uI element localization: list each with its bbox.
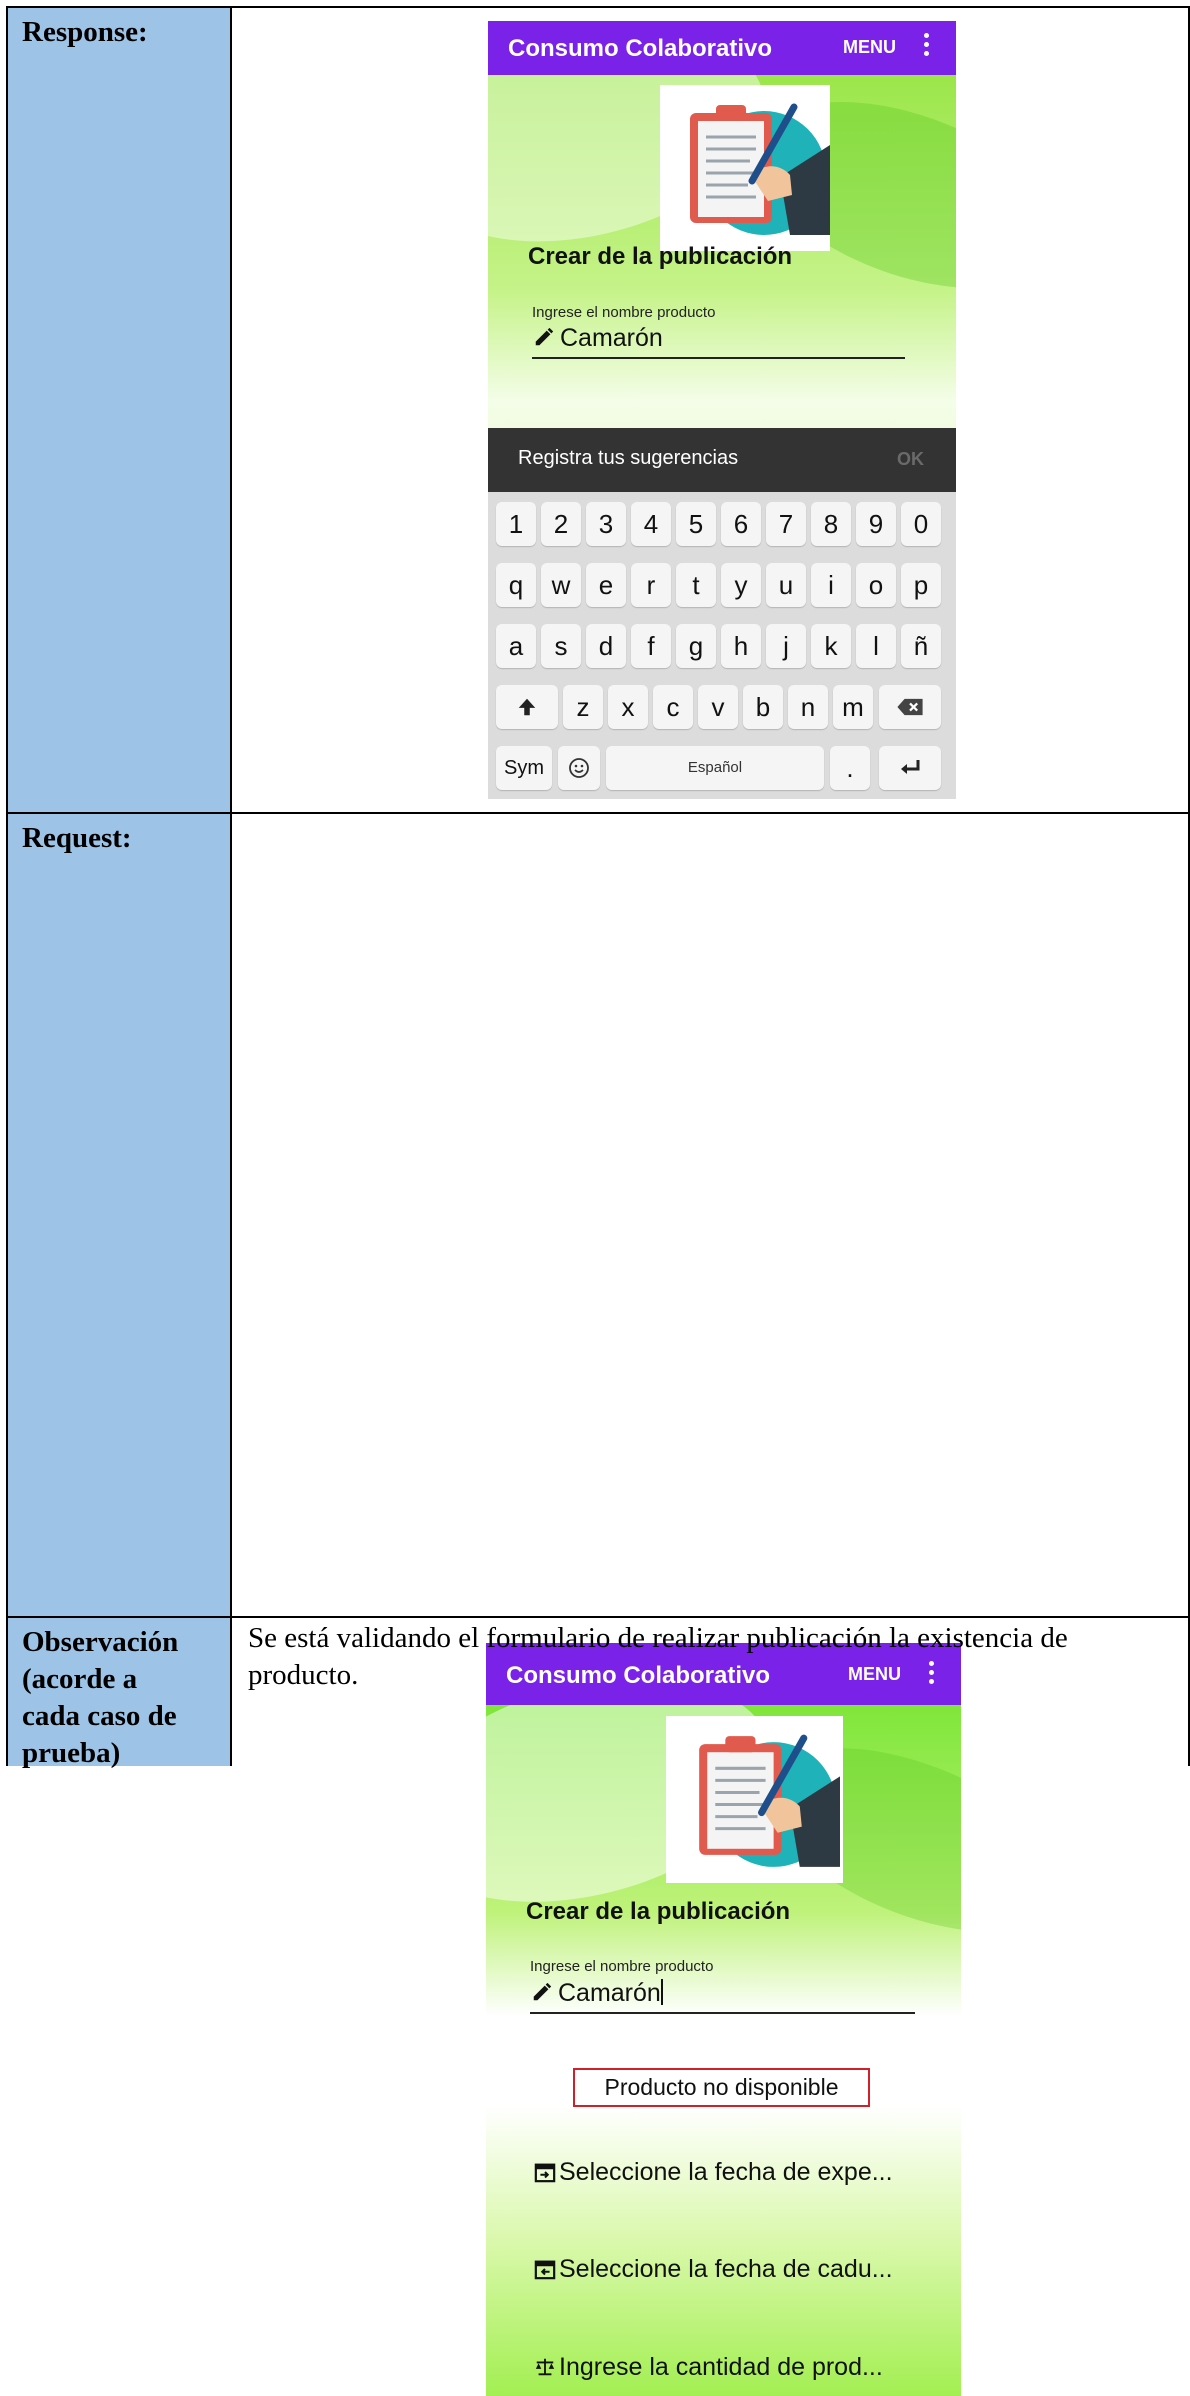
text-cursor — [660, 1979, 663, 2005]
response-phone-screen: Consumo Colaborativo MENU Crear de la pu… — [488, 21, 956, 799]
test-case-table: Response: Consumo Colaborativo MENU Crea… — [6, 6, 1190, 2396]
key[interactable]: x — [608, 685, 648, 729]
enter-key[interactable] — [879, 746, 941, 790]
input-underline — [530, 2012, 915, 2014]
sym-key[interactable]: Sym — [496, 746, 552, 790]
key[interactable]: o — [856, 563, 896, 607]
expiry-date-picker[interactable]: Seleccione la fecha de cadu... — [534, 2255, 893, 2284]
key[interactable]: n — [788, 685, 828, 729]
quantity-placeholder: Ingrese la cantidad de prod... — [559, 2353, 883, 2381]
space-key[interactable]: Español — [606, 746, 824, 790]
form-title: Crear de la publicación — [526, 1898, 791, 1925]
expedition-date-placeholder: Seleccione la fecha de expe... — [559, 2158, 893, 2186]
product-name-input[interactable]: Camarón — [532, 324, 663, 353]
key[interactable]: 4 — [631, 502, 671, 546]
key[interactable]: l — [856, 624, 896, 668]
key[interactable]: y — [721, 563, 761, 607]
clipboard-pen-icon — [690, 103, 830, 235]
observation-label-line: cada caso de — [22, 1700, 177, 1732]
key[interactable]: 7 — [766, 502, 806, 546]
emoji-icon — [569, 758, 589, 778]
product-name-value: Camarón — [560, 324, 663, 352]
form-title: Crear de la publicación — [528, 243, 793, 270]
key[interactable]: g — [676, 624, 716, 668]
key[interactable]: v — [698, 685, 738, 729]
observation-label-cell: Observación (acorde a cada caso de prueb… — [8, 1618, 232, 1769]
key[interactable]: k — [811, 624, 851, 668]
key[interactable]: c — [653, 685, 693, 729]
shift-key[interactable] — [496, 685, 558, 729]
pencil-icon — [535, 327, 554, 346]
key[interactable]: r — [631, 563, 671, 607]
response-label-cell: Response: — [8, 8, 232, 812]
overflow-menu-icon[interactable] — [924, 33, 930, 60]
response-label: Response: — [22, 16, 148, 48]
clipboard-illustration — [660, 85, 830, 251]
suggestion-bar: Registra tus sugerencias OK — [488, 428, 956, 492]
key[interactable]: e — [586, 563, 626, 607]
key[interactable]: 8 — [811, 502, 851, 546]
shift-arrow-icon — [518, 698, 536, 716]
menu-button[interactable]: MENU — [843, 37, 896, 58]
observation-label: Observación (acorde a cada caso de prueb… — [22, 1624, 178, 1772]
calendar-icon — [534, 2260, 556, 2280]
backspace-key[interactable] — [879, 685, 941, 729]
observation-text: Se está validando el formulario de reali… — [248, 1622, 1068, 1691]
key[interactable]: j — [766, 624, 806, 668]
key[interactable]: s — [541, 624, 581, 668]
observation-label-line: (acorde a — [22, 1663, 138, 1695]
key[interactable]: a — [496, 624, 536, 668]
key[interactable]: ñ — [901, 624, 941, 668]
request-row: Request: Consumo Colaborativo MENU Crear… — [6, 812, 1190, 2396]
observation-row: Observación (acorde a cada caso de prueb… — [6, 1616, 1190, 1769]
period-key[interactable]: . — [830, 746, 870, 790]
observation-label-line: Observación — [22, 1626, 179, 1658]
key[interactable]: 6 — [721, 502, 761, 546]
key[interactable]: 2 — [541, 502, 581, 546]
key[interactable]: w — [541, 563, 581, 607]
app-title: Consumo Colaborativo — [508, 35, 773, 62]
expiry-date-placeholder: Seleccione la fecha de cadu... — [559, 2255, 893, 2283]
key[interactable]: b — [743, 685, 783, 729]
key[interactable]: 1 — [496, 502, 536, 546]
suggestion-ok-button[interactable]: OK — [897, 449, 924, 470]
key[interactable]: 9 — [856, 502, 896, 546]
key[interactable]: i — [811, 563, 851, 607]
key[interactable]: d — [586, 624, 626, 668]
scale-icon — [535, 2358, 555, 2376]
observation-label-line: prueba) — [22, 1737, 121, 1769]
key[interactable]: m — [833, 685, 873, 729]
key[interactable]: h — [721, 624, 761, 668]
key[interactable]: 3 — [586, 502, 626, 546]
backspace-icon — [897, 698, 923, 716]
request-label-cell: Request: — [8, 814, 232, 1616]
response-row: Response: Consumo Colaborativo MENU Crea… — [6, 6, 1190, 814]
input-underline — [532, 357, 905, 359]
key[interactable]: u — [766, 563, 806, 607]
app-bar: Consumo Colaborativo MENU — [488, 21, 956, 75]
expedition-date-picker[interactable]: Seleccione la fecha de expe... — [534, 2158, 893, 2187]
calendar-icon — [534, 2163, 556, 2183]
key[interactable]: t — [676, 563, 716, 607]
key[interactable]: p — [901, 563, 941, 607]
on-screen-keyboard: 1 2 3 4 5 6 7 8 9 0 q w e r t y u i o p … — [488, 492, 956, 799]
product-unavailable-message: Producto no disponible — [573, 2068, 870, 2107]
key[interactable]: 0 — [901, 502, 941, 546]
request-label: Request: — [22, 822, 132, 854]
key[interactable]: f — [631, 624, 671, 668]
enter-arrow-icon — [901, 760, 920, 774]
product-name-label: Ingrese el nombre producto — [530, 1958, 714, 1975]
emoji-key[interactable] — [558, 746, 600, 790]
pencil-icon — [533, 1982, 552, 2001]
quantity-input[interactable]: Ingrese la cantidad de prod... — [534, 2353, 883, 2382]
product-name-label: Ingrese el nombre producto — [532, 304, 716, 321]
key[interactable]: 5 — [676, 502, 716, 546]
key[interactable]: z — [563, 685, 603, 729]
suggestion-text: Registra tus sugerencias — [518, 447, 739, 469]
product-name-value: Camarón — [558, 1979, 661, 2007]
product-name-input[interactable]: Camarón — [530, 1979, 663, 2008]
key[interactable]: q — [496, 563, 536, 607]
